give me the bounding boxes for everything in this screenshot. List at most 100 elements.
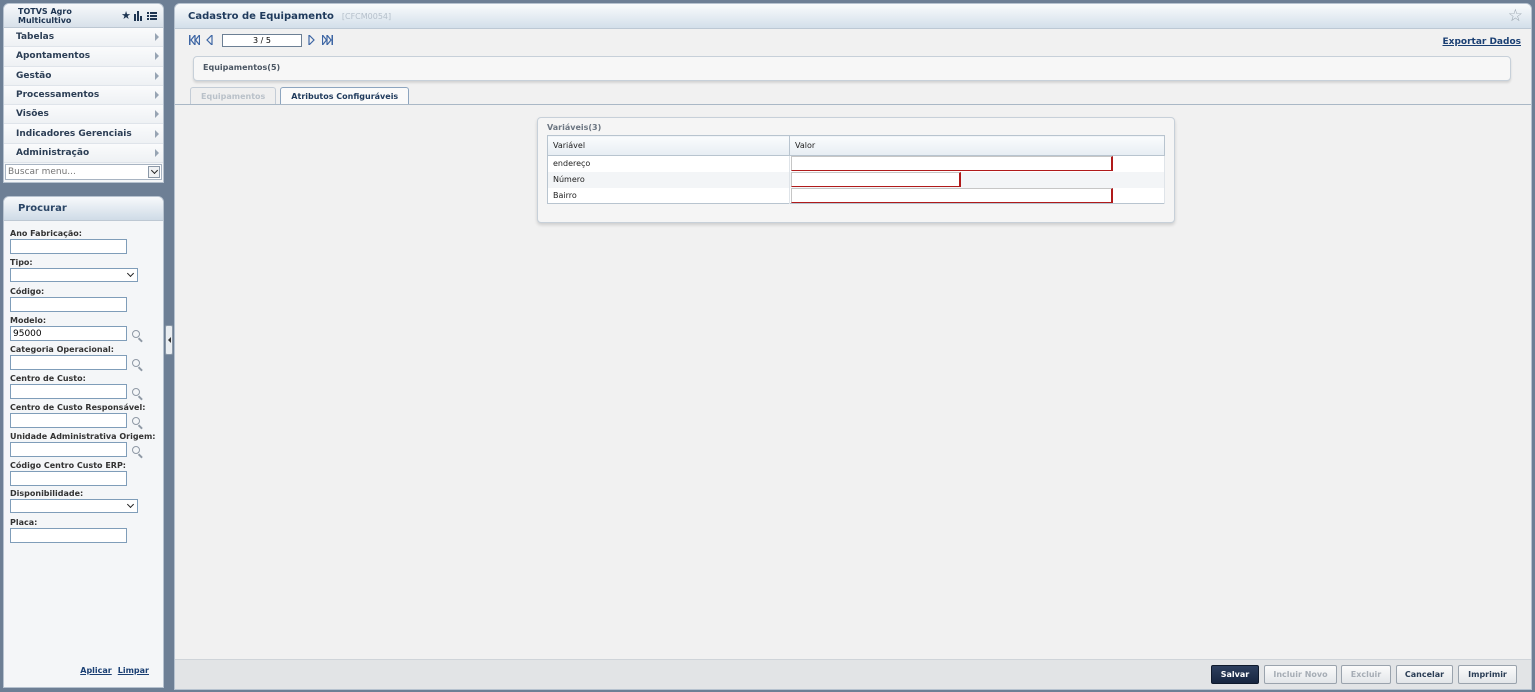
modelo-lookup-button[interactable] — [128, 326, 144, 341]
variable-value-cell — [789, 155, 1165, 172]
table-row: Bairro — [547, 187, 1165, 204]
main-content: Cadastro de Equipamento [CFCM0054] ☆ Exp… — [174, 3, 1532, 690]
field-label: Centro de Custo: — [10, 374, 86, 383]
field-label: Categoria Operacional: — [10, 345, 114, 354]
menu-item-apontamentos[interactable]: Apontamentos — [4, 47, 163, 67]
field-disponibilidade: Disponibilidade: — [10, 489, 138, 513]
chevron-down-icon — [126, 500, 135, 509]
record-position-input[interactable] — [222, 33, 302, 47]
list-menu-icon[interactable] — [147, 11, 157, 21]
centro-de-custo-responsavel-lookup-button[interactable] — [128, 413, 144, 428]
panel-collapse-handle[interactable] — [165, 325, 173, 355]
chevron-right-icon — [155, 52, 159, 61]
table-row: Número — [547, 171, 1165, 188]
field-label: Tipo: — [10, 258, 33, 267]
search-panel-title: Procurar — [4, 197, 163, 221]
delete-button[interactable]: Excluir — [1341, 665, 1391, 684]
field-ano-fabricacao: Ano Fabricação: — [10, 229, 127, 254]
table-row: endereço — [547, 155, 1165, 172]
program-code: [CFCM0054] — [341, 11, 392, 21]
save-button[interactable]: Salvar — [1211, 665, 1259, 684]
collapse-left-icon — [167, 337, 171, 343]
menu-item-label: Tabelas — [16, 32, 55, 43]
menu-item-label: Apontamentos — [16, 51, 91, 62]
action-bar: Salvar Incluir Novo Excluir Cancelar Imp… — [175, 659, 1531, 689]
variable-value-cell — [789, 171, 1165, 188]
variables-title: Variáveis(3) — [547, 123, 602, 132]
unidade-administrativa-origem-lookup-button[interactable] — [128, 442, 144, 457]
cancel-button[interactable]: Cancelar — [1396, 665, 1453, 684]
chevron-right-icon — [155, 71, 159, 80]
centro-de-custo-responsavel-input[interactable] — [10, 413, 127, 428]
equipments-summary[interactable]: Equipamentos(5) — [193, 56, 1511, 81]
numero-value-input[interactable] — [791, 172, 961, 187]
search-actions: Aplicar Limpar — [80, 666, 149, 675]
favorites-star-icon[interactable]: ★ — [121, 10, 131, 21]
endereco-value-input[interactable] — [791, 156, 1113, 172]
field-label: Centro de Custo Responsável: — [10, 403, 146, 412]
field-modelo: Modelo: — [10, 316, 140, 341]
clear-search-link[interactable]: Limpar — [118, 666, 149, 675]
tab-bar: Equipamentos Atributos Configuráveis — [190, 87, 410, 105]
tab-divider — [175, 104, 1531, 105]
bar-chart-icon[interactable] — [134, 10, 144, 21]
chevron-down-icon — [126, 269, 135, 278]
app-title: TOTVS Agro Multicultivo — [18, 6, 72, 25]
tab-equipamentos[interactable]: Equipamentos — [190, 87, 277, 104]
column-header-valor: Valor — [789, 135, 1165, 156]
column-header-variavel: Variável — [547, 135, 790, 156]
last-record-icon[interactable] — [321, 34, 333, 46]
main-header: Cadastro de Equipamento [CFCM0054] ☆ — [175, 4, 1531, 29]
menu-item-administracao[interactable]: Administração — [4, 143, 163, 164]
search-icon — [132, 329, 140, 338]
unidade-administrativa-origem-input[interactable] — [10, 442, 127, 457]
field-centro-de-custo-responsavel: Centro de Custo Responsável: — [10, 403, 145, 428]
placa-input[interactable] — [10, 528, 127, 543]
tab-atributos-configuraveis[interactable]: Atributos Configuráveis — [280, 87, 410, 105]
bairro-value-input[interactable] — [791, 187, 1113, 203]
chevron-right-icon — [155, 91, 159, 100]
menu-item-label: Processamentos — [16, 90, 100, 101]
variable-name: Bairro — [547, 187, 790, 204]
menu-item-processamentos[interactable]: Processamentos — [4, 85, 163, 106]
next-record-icon[interactable] — [306, 34, 318, 46]
chevron-right-icon — [155, 33, 159, 42]
add-new-button[interactable]: Incluir Novo — [1264, 665, 1337, 684]
tipo-select[interactable] — [10, 268, 138, 282]
search-icon — [132, 416, 140, 425]
centro-de-custo-input[interactable] — [10, 384, 127, 399]
menu-item-gestao[interactable]: Gestão — [4, 66, 163, 86]
variable-value-cell — [789, 187, 1165, 204]
menu-item-label: Indicadores Gerenciais — [16, 128, 132, 139]
menu-item-visoes[interactable]: Visões — [4, 105, 163, 125]
previous-record-icon[interactable] — [203, 34, 215, 46]
field-label: Código: — [10, 287, 45, 296]
menu-search-dropdown-button[interactable] — [148, 166, 160, 178]
ano-fabricacao-input[interactable] — [10, 239, 127, 254]
search-icon — [132, 387, 140, 396]
categoria-operacional-input[interactable] — [10, 355, 127, 370]
field-unidade-administrativa-origem: Unidade Administrativa Origem: — [10, 432, 156, 457]
chevron-right-icon — [155, 148, 159, 157]
field-placa: Placa: — [10, 518, 127, 543]
disponibilidade-select[interactable] — [10, 499, 138, 513]
menu-item-indicadores-gerenciais[interactable]: Indicadores Gerenciais — [4, 124, 163, 144]
favorite-star-icon[interactable]: ☆ — [1508, 7, 1523, 25]
first-record-icon[interactable] — [188, 34, 200, 46]
field-label: Código Centro Custo ERP: — [10, 461, 127, 470]
export-data-link[interactable]: Exportar Dados — [1443, 37, 1522, 47]
search-icon — [132, 358, 140, 367]
codigo-input[interactable] — [10, 297, 127, 312]
menu-item-tabelas[interactable]: Tabelas — [4, 28, 163, 48]
menu-search-box — [5, 164, 162, 180]
search-panel: Procurar Ano Fabricação: Tipo: Código: M… — [3, 196, 164, 688]
variable-name: endereço — [547, 155, 790, 172]
menu-search-input[interactable] — [6, 165, 148, 179]
chevron-right-icon — [155, 129, 159, 138]
centro-de-custo-lookup-button[interactable] — [128, 384, 144, 399]
codigo-centro-custo-erp-input[interactable] — [10, 471, 127, 486]
modelo-input[interactable] — [10, 326, 127, 341]
categoria-operacional-lookup-button[interactable] — [128, 355, 144, 370]
print-button[interactable]: Imprimir — [1458, 665, 1517, 684]
apply-search-link[interactable]: Aplicar — [80, 666, 112, 675]
